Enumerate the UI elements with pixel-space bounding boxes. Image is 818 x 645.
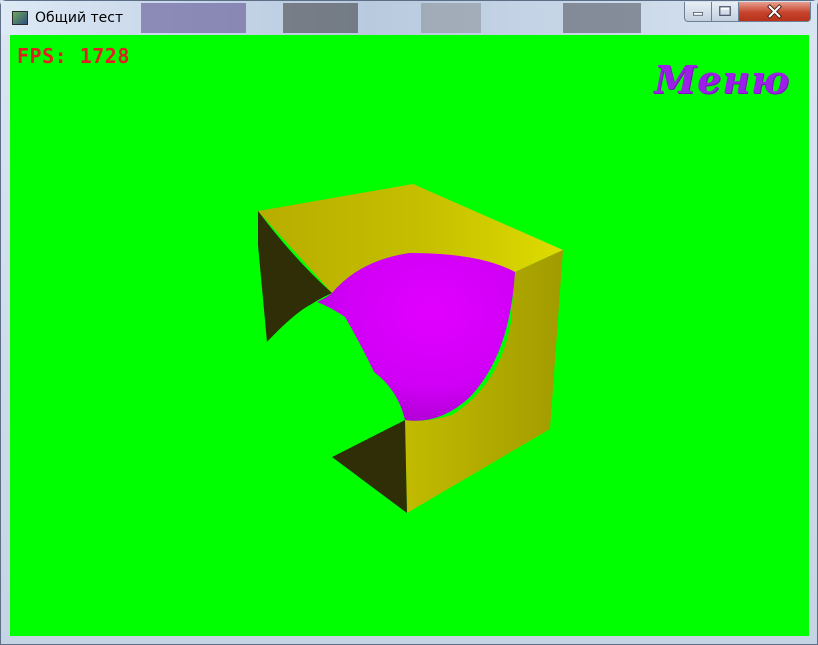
maximize-button[interactable] <box>712 2 739 22</box>
close-button[interactable] <box>739 2 811 22</box>
close-icon <box>767 4 782 19</box>
menu-button[interactable]: Меню <box>654 57 790 102</box>
background-thumbnail <box>421 3 481 33</box>
maximize-icon <box>719 6 731 16</box>
app-icon[interactable] <box>12 11 28 25</box>
fps-counter: FPS: 1728 <box>17 44 130 68</box>
app-window: Общий тест FPS: 1728 Меню <box>0 0 818 645</box>
background-thumbnail <box>141 3 246 33</box>
background-thumbnail <box>563 3 641 33</box>
title-bar[interactable]: Общий тест <box>1 1 817 35</box>
render-viewport[interactable]: FPS: 1728 Меню <box>10 35 809 636</box>
3d-scene <box>258 184 563 513</box>
minimize-button[interactable] <box>684 2 712 22</box>
background-thumbnail <box>283 3 358 33</box>
window-title: Общий тест <box>35 10 124 26</box>
minimize-icon <box>692 12 704 16</box>
